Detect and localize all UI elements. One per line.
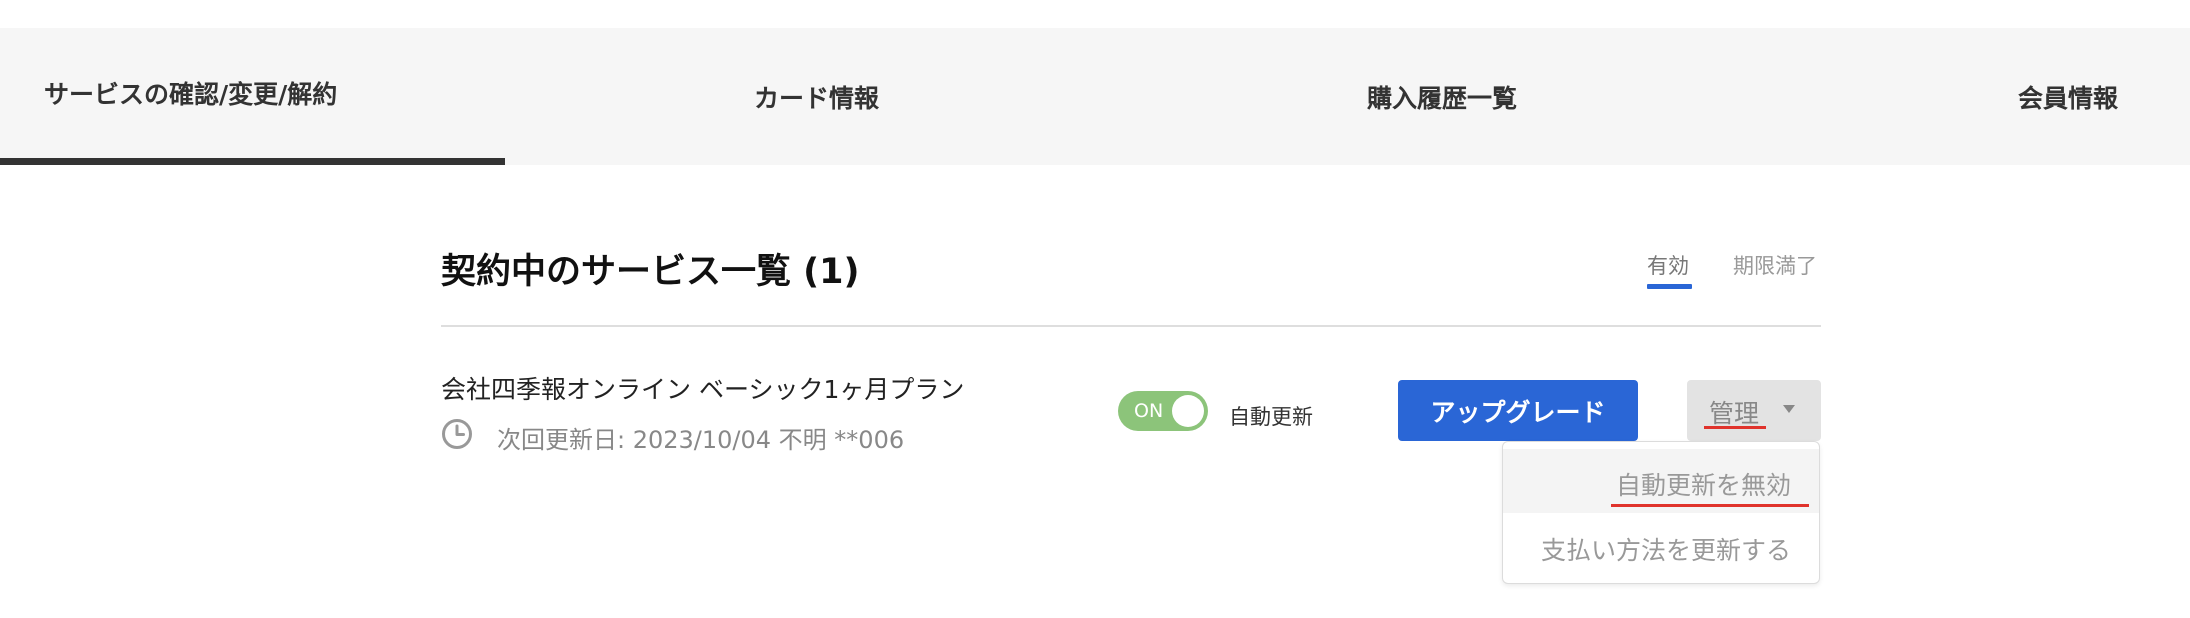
menu-item-label: 自動更新を無効 [1615,471,1791,500]
tab-card-info[interactable]: カード情報 [505,28,1130,165]
caret-down-icon [1783,405,1795,413]
filter-active-underline [1647,284,1692,289]
upgrade-button[interactable]: アップグレード [1398,380,1638,441]
filter-expired[interactable]: 期限満了 [1733,250,1817,280]
filter-active[interactable]: 有効 [1647,250,1689,280]
annotation-underline [1704,426,1766,429]
tab-service-management[interactable]: サービスの確認/変更/解約 [0,28,505,165]
section-title: 契約中のサービス一覧 (1) [441,252,860,292]
tab-label: カード情報 [754,84,880,113]
menu-item-disable-auto-renew[interactable]: 自動更新を無効 [1503,449,1819,513]
service-name: 会社四季報オンライン ベーシック1ヶ月プラン [441,375,965,404]
next-renewal-date: 次回更新日: 2023/10/04 不明 **006 [497,426,905,454]
menu-item-label: 支払い方法を更新する [1540,536,1791,565]
toggle-state-label: ON [1134,400,1164,422]
auto-renew-label: 自動更新 [1229,405,1313,429]
auto-renew-toggle[interactable]: ON [1118,391,1208,431]
annotation-underline [1611,504,1809,507]
tab-purchase-history[interactable]: 購入履歴一覧 [1130,28,1755,165]
manage-button-label: 管理 [1709,399,1760,428]
tab-label: 購入履歴一覧 [1367,84,1518,113]
manage-dropdown-menu: 自動更新を無効 支払い方法を更新する [1502,441,1820,584]
tab-bar: サービスの確認/変更/解約 カード情報 購入履歴一覧 会員情報 [0,28,2190,165]
manage-button[interactable]: 管理 [1687,380,1821,441]
tab-label: サービスの確認/変更/解約 [44,80,338,109]
toggle-knob [1172,395,1204,427]
tab-label: 会員情報 [2018,84,2119,113]
active-tab-indicator [0,158,505,165]
tab-member-info[interactable]: 会員情報 [1755,28,2190,165]
menu-item-update-payment[interactable]: 支払い方法を更新する [1503,514,1819,578]
divider [441,325,1821,327]
clock-icon [442,419,472,449]
